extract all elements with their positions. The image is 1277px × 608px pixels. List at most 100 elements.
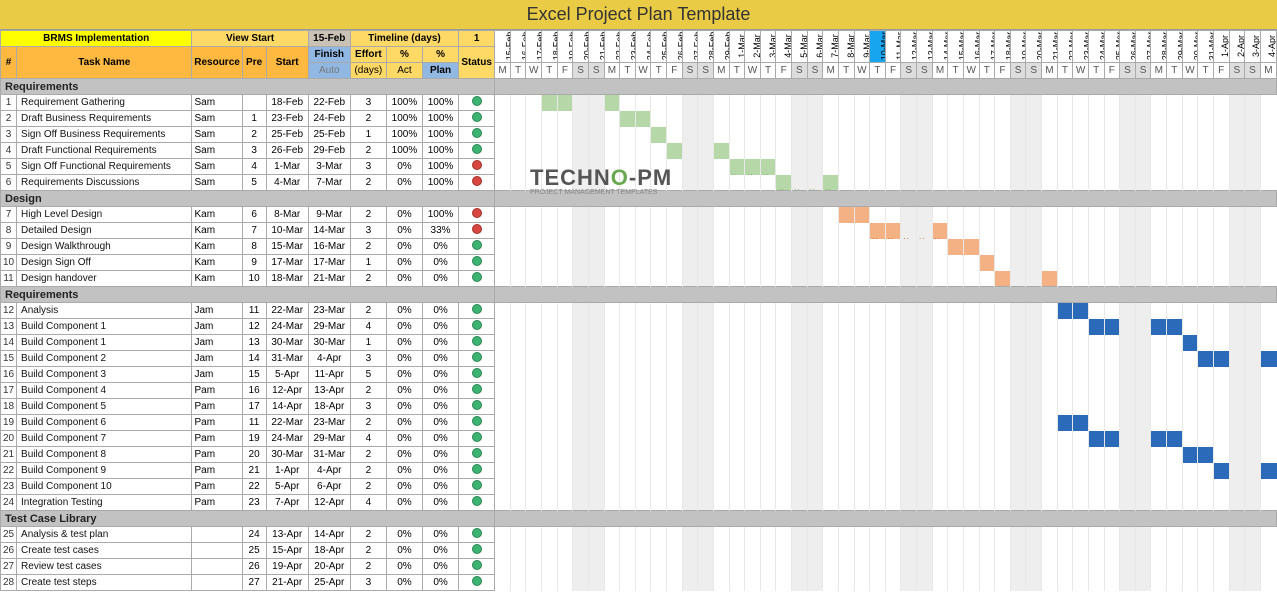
task-resource[interactable]: Pam [192, 399, 242, 415]
task-row[interactable]: 21Build Component 8Pam2030-Mar31-Mar20%0… [1, 447, 1277, 463]
task-name[interactable]: Build Component 1 [17, 335, 192, 351]
task-row[interactable]: 15Build Component 2Jam1431-Mar4-Apr30%0% [1, 351, 1277, 367]
task-effort[interactable]: 3 [350, 95, 386, 111]
task-finish[interactable]: 11-Apr [308, 367, 350, 383]
task-row[interactable]: 14Build Component 1Jam1330-Mar30-Mar10%0… [1, 335, 1277, 351]
task-effort[interactable]: 2 [350, 479, 386, 495]
task-row[interactable]: 20Build Component 7Pam1924-Mar29-Mar40%0… [1, 431, 1277, 447]
task-pre[interactable]: 9 [242, 255, 266, 271]
task-pct-act[interactable]: 0% [386, 575, 422, 591]
task-effort[interactable]: 2 [350, 415, 386, 431]
task-resource[interactable]: Pam [192, 415, 242, 431]
task-effort[interactable]: 4 [350, 431, 386, 447]
task-resource[interactable]: Jam [192, 335, 242, 351]
task-row[interactable]: 19Build Component 6Pam1122-Mar23-Mar20%0… [1, 415, 1277, 431]
task-effort[interactable]: 3 [350, 399, 386, 415]
task-pre[interactable]: 7 [242, 223, 266, 239]
task-effort[interactable]: 3 [350, 351, 386, 367]
task-pct-act[interactable]: 0% [386, 255, 422, 271]
task-effort[interactable]: 3 [350, 223, 386, 239]
task-pct-act[interactable]: 0% [386, 527, 422, 543]
task-row[interactable]: 18Build Component 5Pam1714-Apr18-Apr30%0… [1, 399, 1277, 415]
task-resource[interactable]: Sam [192, 95, 242, 111]
task-name[interactable]: Requirements Discussions [17, 175, 192, 191]
project-name-cell[interactable]: BRMS Implementation [1, 31, 192, 47]
view-start-date[interactable]: 15-Feb [308, 31, 350, 47]
task-name[interactable]: Build Component 2 [17, 351, 192, 367]
task-name[interactable]: Create test cases [17, 543, 192, 559]
task-pre[interactable]: 3 [242, 143, 266, 159]
task-row[interactable]: 5Sign Off Functional RequirementsSam41-M… [1, 159, 1277, 175]
task-finish[interactable]: 29-Mar [308, 319, 350, 335]
task-pre[interactable]: 22 [242, 479, 266, 495]
task-start[interactable]: 30-Mar [266, 335, 308, 351]
task-pct-act[interactable]: 0% [386, 479, 422, 495]
task-pre[interactable]: 15 [242, 367, 266, 383]
task-finish[interactable]: 18-Apr [308, 399, 350, 415]
task-effort[interactable]: 2 [350, 303, 386, 319]
task-finish[interactable]: 3-Mar [308, 159, 350, 175]
task-finish[interactable]: 16-Mar [308, 239, 350, 255]
task-start[interactable]: 24-Mar [266, 431, 308, 447]
task-pct-act[interactable]: 0% [386, 239, 422, 255]
task-pre[interactable]: 26 [242, 559, 266, 575]
task-resource[interactable]: Pam [192, 479, 242, 495]
task-pre[interactable]: 23 [242, 495, 266, 511]
task-effort[interactable]: 1 [350, 127, 386, 143]
task-name[interactable]: Sign Off Business Requirements [17, 127, 192, 143]
task-finish[interactable]: 4-Apr [308, 463, 350, 479]
task-effort[interactable]: 2 [350, 143, 386, 159]
task-finish[interactable]: 24-Feb [308, 111, 350, 127]
task-row[interactable]: 8Detailed DesignKam710-Mar14-Mar30%33% [1, 223, 1277, 239]
task-finish[interactable]: 20-Apr [308, 559, 350, 575]
view-start-label[interactable]: View Start [192, 31, 308, 47]
task-name[interactable]: Build Component 8 [17, 447, 192, 463]
task-name[interactable]: Draft Business Requirements [17, 111, 192, 127]
task-row[interactable]: 2Draft Business RequirementsSam123-Feb24… [1, 111, 1277, 127]
task-effort[interactable]: 3 [350, 159, 386, 175]
task-effort[interactable]: 1 [350, 335, 386, 351]
task-pct-act[interactable]: 0% [386, 223, 422, 239]
task-pre[interactable]: 2 [242, 127, 266, 143]
task-finish[interactable]: 14-Mar [308, 223, 350, 239]
task-pre[interactable]: 19 [242, 431, 266, 447]
task-start[interactable]: 30-Mar [266, 447, 308, 463]
task-name[interactable]: Build Component 10 [17, 479, 192, 495]
task-start[interactable]: 17-Mar [266, 255, 308, 271]
task-pre[interactable]: 12 [242, 319, 266, 335]
task-pct-act[interactable]: 100% [386, 95, 422, 111]
task-pct-act[interactable]: 0% [386, 495, 422, 511]
task-pct-act[interactable]: 0% [386, 543, 422, 559]
section-header[interactable]: Requirements [1, 287, 495, 303]
task-pre[interactable]: 10 [242, 271, 266, 287]
task-effort[interactable]: 2 [350, 271, 386, 287]
task-effort[interactable]: 2 [350, 447, 386, 463]
task-finish[interactable]: 22-Feb [308, 95, 350, 111]
task-start[interactable]: 31-Mar [266, 351, 308, 367]
task-finish[interactable]: 12-Apr [308, 495, 350, 511]
task-pct-act[interactable]: 0% [386, 447, 422, 463]
task-pct-act[interactable]: 0% [386, 335, 422, 351]
task-finish[interactable]: 23-Mar [308, 303, 350, 319]
task-pre[interactable]: 13 [242, 335, 266, 351]
task-name[interactable]: Sign Off Functional Requirements [17, 159, 192, 175]
task-start[interactable]: 24-Mar [266, 319, 308, 335]
task-row[interactable]: 24Integration TestingPam237-Apr12-Apr40%… [1, 495, 1277, 511]
task-pre[interactable]: 21 [242, 463, 266, 479]
task-name[interactable]: Build Component 9 [17, 463, 192, 479]
task-pre[interactable]: 8 [242, 239, 266, 255]
task-pct-act[interactable]: 0% [386, 463, 422, 479]
task-effort[interactable]: 2 [350, 527, 386, 543]
task-effort[interactable]: 3 [350, 575, 386, 591]
task-row[interactable]: 10Design Sign OffKam917-Mar17-Mar10%0% [1, 255, 1277, 271]
task-pre[interactable]: 5 [242, 175, 266, 191]
task-start[interactable]: 1-Mar [266, 159, 308, 175]
task-pct-act[interactable]: 0% [386, 383, 422, 399]
task-resource[interactable]: Sam [192, 175, 242, 191]
task-pct-act[interactable]: 0% [386, 207, 422, 223]
section-header[interactable]: Design [1, 191, 495, 207]
task-resource[interactable]: Pam [192, 463, 242, 479]
task-pre[interactable]: 1 [242, 111, 266, 127]
task-pre[interactable]: 11 [242, 303, 266, 319]
task-start[interactable]: 23-Feb [266, 111, 308, 127]
